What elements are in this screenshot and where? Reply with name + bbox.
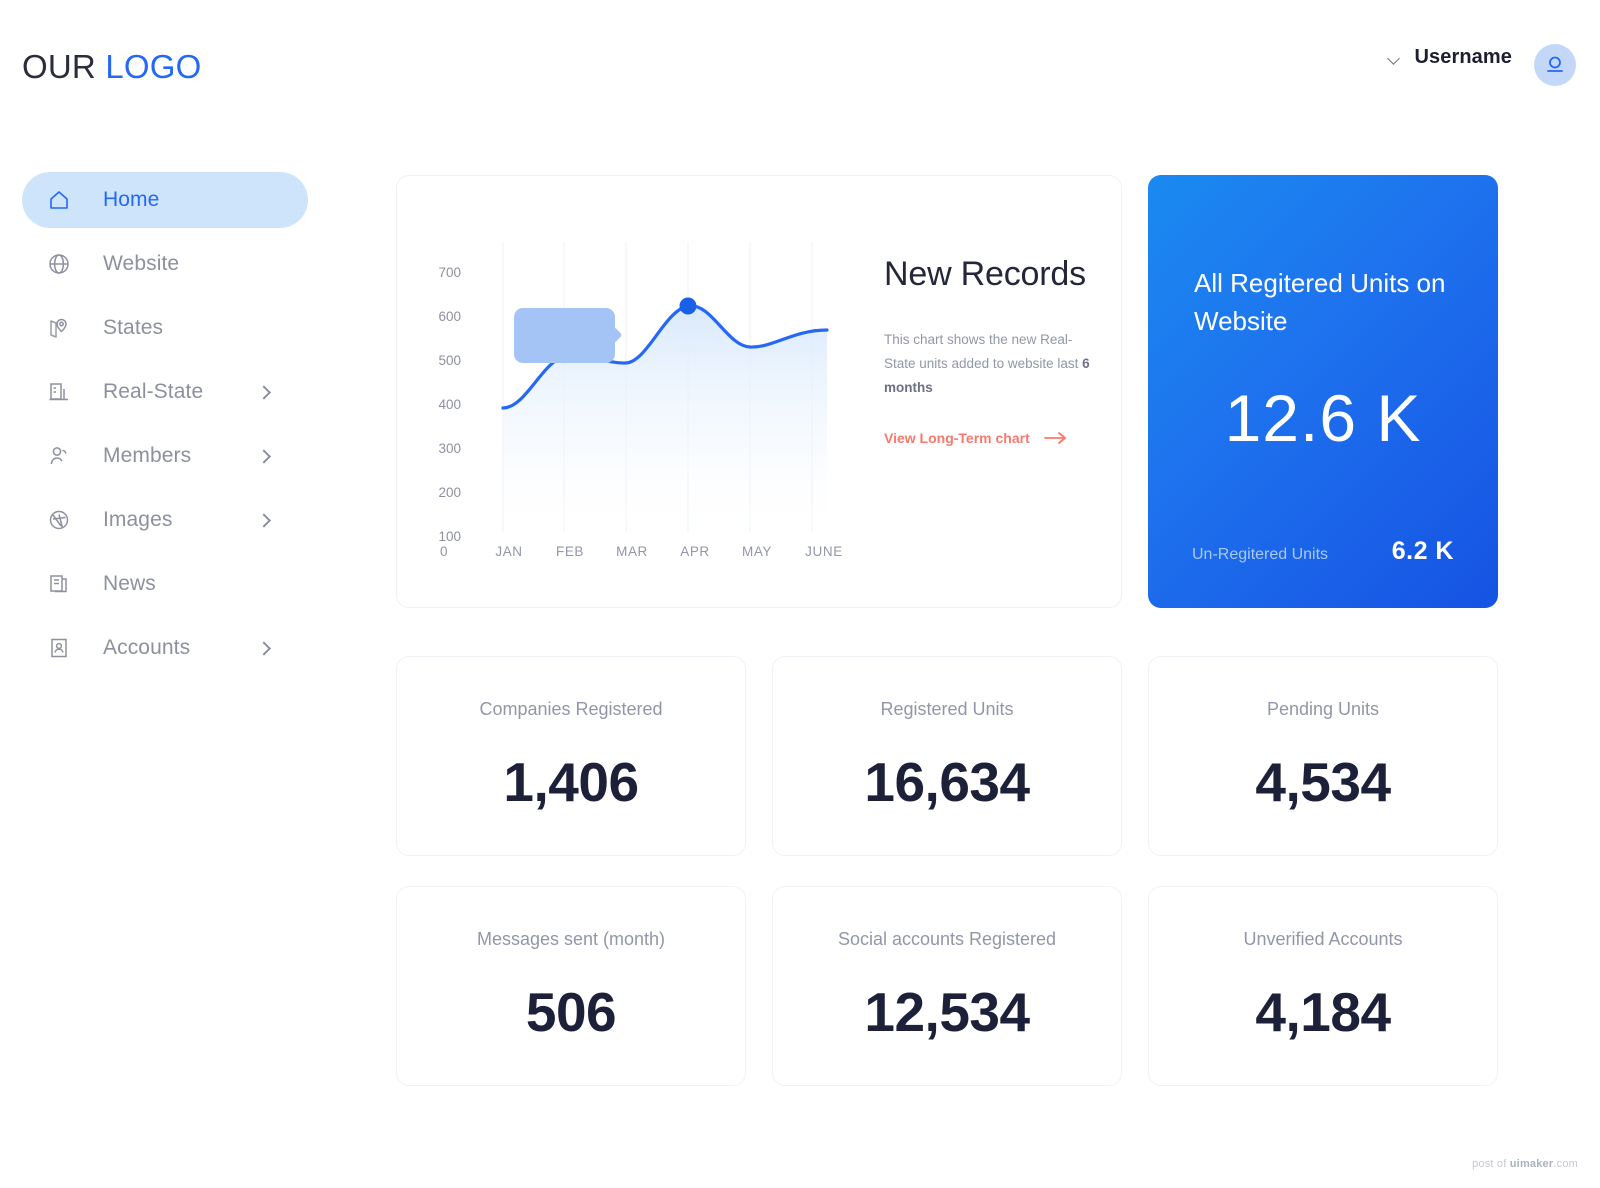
- avatar[interactable]: [1534, 44, 1576, 86]
- stat-label: Companies Registered: [479, 698, 663, 719]
- stat-value: 16,634: [864, 750, 1030, 813]
- unregistered-units-row: Un-Regitered Units 6.2 K: [1192, 537, 1454, 566]
- registered-units-value: 12.6 K: [1224, 381, 1422, 455]
- dashboard-page: OUR LOGO Username Home Website States Re…: [0, 0, 1600, 1188]
- stat-label: Registered Units: [880, 698, 1014, 719]
- map-pin-icon: [42, 311, 76, 345]
- globe-icon: [42, 247, 76, 281]
- stat-label: Social accounts Registered: [837, 928, 1057, 949]
- stat-label: Pending Units: [1266, 698, 1380, 719]
- logo-primary-text: OUR: [22, 48, 96, 85]
- sidebar-item-website[interactable]: Website: [22, 236, 308, 292]
- user-menu[interactable]: Username: [1388, 46, 1512, 69]
- sidebar-item-label: States: [103, 316, 164, 339]
- sidebar-item-home[interactable]: Home: [22, 172, 308, 228]
- chart-tooltip[interactable]: [514, 308, 615, 363]
- unregistered-units-value: 6.2 K: [1391, 537, 1454, 565]
- app-logo[interactable]: OUR LOGO: [22, 48, 201, 86]
- sidebar-item-label: Home: [103, 188, 160, 211]
- stat-value: 12,534: [864, 980, 1030, 1043]
- view-long-term-chart-link[interactable]: View Long-Term chart: [884, 430, 1099, 446]
- sidebar: Home Website States Real-State Members I…: [0, 172, 330, 684]
- arrow-right-icon: [1043, 431, 1068, 445]
- chevron-right-icon[interactable]: [259, 452, 268, 461]
- watermark-pre: post of: [1472, 1158, 1510, 1170]
- x-tick: MAY: [741, 544, 773, 559]
- user-avatar-icon: [1547, 56, 1563, 72]
- chart-info-panel: New Records This chart shows the new Rea…: [884, 252, 1099, 446]
- stat-card-registered-units[interactable]: Registered Units 16,634: [772, 656, 1122, 856]
- chart-highlight-point: [679, 297, 697, 315]
- chart-plot: [501, 242, 829, 532]
- logo-accent-text: LOGO: [105, 48, 202, 85]
- users-icon: [42, 439, 76, 473]
- chevron-right-icon[interactable]: [259, 388, 268, 397]
- registered-units-title: All Regitered Units on Website: [1194, 268, 1446, 336]
- chevron-right-icon[interactable]: [259, 644, 268, 653]
- stat-value: 4,184: [1255, 980, 1391, 1043]
- stat-value: 1,406: [503, 750, 639, 813]
- stat-label: Unverified Accounts: [1243, 928, 1403, 949]
- sidebar-item-accounts[interactable]: Accounts: [22, 620, 308, 676]
- sidebar-item-real-state[interactable]: Real-State: [22, 364, 308, 420]
- x-tick-origin: 0: [439, 544, 449, 559]
- chart-x-axis: 0 JAN FEB MAR APR MAY JUNE: [417, 544, 857, 566]
- sidebar-item-images[interactable]: Images: [22, 492, 308, 548]
- stat-card-companies-registered[interactable]: Companies Registered 1,406: [396, 656, 746, 856]
- stat-card-unverified-accounts[interactable]: Unverified Accounts 4,184: [1148, 886, 1498, 1086]
- app-header: OUR LOGO Username: [0, 0, 1600, 140]
- sidebar-item-label: Members: [103, 444, 192, 467]
- chart-area: 700 600 500 400 300 200 100 0 JAN FEB MA…: [397, 176, 857, 609]
- sidebar-item-label: Website: [103, 252, 180, 275]
- chevron-down-icon[interactable]: [1388, 52, 1400, 64]
- sidebar-item-label: Real-State: [103, 380, 204, 403]
- x-tick: JUNE: [805, 544, 843, 559]
- stat-card-social-accounts[interactable]: Social accounts Registered 12,534: [772, 886, 1122, 1086]
- new-records-card: 700 600 500 400 300 200 100 0 JAN FEB MA…: [396, 175, 1122, 608]
- sidebar-item-label: Accounts: [103, 636, 191, 659]
- stat-card-pending-units[interactable]: Pending Units 4,534: [1148, 656, 1498, 856]
- sidebar-item-states[interactable]: States: [22, 300, 308, 356]
- x-tick: APR: [680, 544, 710, 559]
- registered-units-card: All Regitered Units on Website 12.6 K Un…: [1148, 175, 1498, 608]
- sidebar-item-label: Images: [103, 508, 173, 531]
- building-icon: [42, 375, 76, 409]
- x-tick: JAN: [495, 544, 523, 559]
- chevron-right-icon[interactable]: [259, 516, 268, 525]
- view-long-term-chart-label: View Long-Term chart: [884, 429, 1030, 446]
- stat-value: 506: [525, 980, 617, 1043]
- aperture-icon: [42, 503, 76, 537]
- watermark-post: .com: [1553, 1158, 1578, 1170]
- home-icon: [42, 183, 76, 217]
- sidebar-item-label: News: [103, 572, 156, 595]
- chart-description: This chart shows the new Real-State unit…: [884, 328, 1099, 400]
- stat-card-messages-sent[interactable]: Messages sent (month) 506: [396, 886, 746, 1086]
- username-label: Username: [1414, 46, 1512, 68]
- page-title: New Records: [884, 255, 1086, 293]
- unregistered-units-label: Un-Regitered Units: [1192, 546, 1329, 563]
- id-card-icon: [42, 631, 76, 665]
- news-icon: [42, 567, 76, 601]
- stat-label: Messages sent (month): [476, 928, 666, 949]
- watermark-brand: uimaker: [1509, 1158, 1554, 1170]
- sidebar-item-members[interactable]: Members: [22, 428, 308, 484]
- chart-description-text: This chart shows the new Real-State unit…: [884, 331, 1083, 371]
- stat-value: 4,534: [1255, 750, 1391, 813]
- watermark: post of uimaker.com: [1472, 1158, 1578, 1170]
- sidebar-item-news[interactable]: News: [22, 556, 308, 612]
- x-tick: MAR: [616, 544, 648, 559]
- x-tick: FEB: [555, 544, 585, 559]
